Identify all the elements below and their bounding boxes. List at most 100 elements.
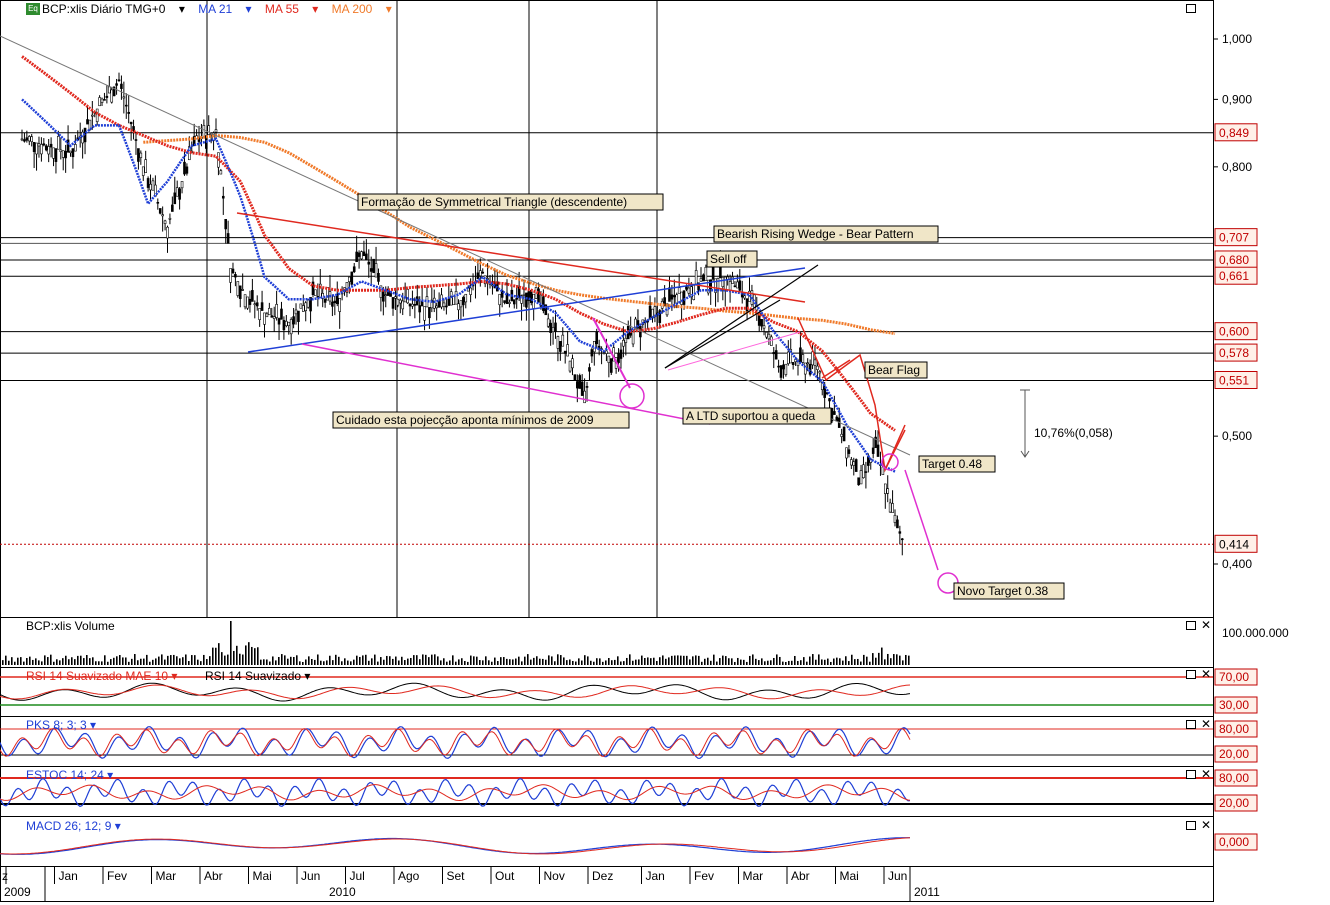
candle-body bbox=[573, 374, 577, 381]
candle-body bbox=[512, 299, 516, 305]
macd-title[interactable]: MACD 26; 12; 9 ▾ bbox=[26, 819, 121, 833]
chart-canvas[interactable]: 1,000 0,900 0,800 0,500 0,400 0,849 0,707 0,680… bbox=[0, 0, 1330, 902]
rsi-title-1[interactable]: RSI 14 Suavizado MAE 10 ▾ bbox=[26, 669, 177, 683]
x-month-label: Jan bbox=[59, 869, 78, 883]
candle-body bbox=[127, 111, 130, 114]
candle-body bbox=[605, 350, 608, 354]
volume-bar bbox=[560, 655, 562, 665]
pks-title[interactable]: PKS 8; 3; 3 ▾ bbox=[26, 718, 96, 732]
ma200-selector[interactable]: MA 200 ▾ bbox=[332, 2, 392, 16]
volume-bar bbox=[857, 658, 859, 665]
volume-bar bbox=[752, 654, 754, 665]
volume-bar bbox=[140, 658, 142, 665]
volume-bar bbox=[575, 661, 577, 665]
rsi-maximize-button[interactable] bbox=[1186, 670, 1196, 679]
candle-body bbox=[522, 293, 526, 296]
symbol-selector[interactable]: BCP:xlis Diário TMG+0 ▾ bbox=[42, 2, 185, 16]
candle-body bbox=[219, 170, 223, 175]
volume-bar bbox=[656, 661, 658, 665]
volume-bar bbox=[854, 659, 856, 665]
volume-bar bbox=[230, 621, 232, 665]
rsi-title-2[interactable]: RSI 14 Suavizado ▾ bbox=[205, 669, 310, 683]
macd-close-button[interactable]: ✕ bbox=[1201, 819, 1211, 831]
x-month-label: Jun bbox=[301, 869, 320, 883]
volume-bar bbox=[782, 661, 784, 665]
candle-body bbox=[428, 307, 431, 319]
candle-body bbox=[100, 98, 104, 103]
volume-bar bbox=[212, 647, 214, 665]
volume-bar bbox=[353, 659, 355, 665]
candle-body bbox=[129, 121, 133, 125]
estoc-close-button[interactable]: ✕ bbox=[1201, 768, 1211, 780]
volume-bar bbox=[404, 660, 406, 665]
x-year-label: 2011 bbox=[914, 885, 940, 899]
volume-bar bbox=[767, 660, 769, 665]
candle-body bbox=[546, 318, 550, 327]
volume-bar bbox=[884, 659, 886, 665]
candle-body bbox=[447, 298, 451, 306]
volume-bar bbox=[362, 655, 364, 665]
x-month-label: Out bbox=[495, 869, 515, 883]
x-month-label: Set bbox=[447, 869, 466, 883]
volume-bar bbox=[323, 661, 325, 665]
candle-body bbox=[576, 381, 579, 389]
volume-bar bbox=[341, 661, 343, 665]
macd-title-label: MACD 26; 12; 9 bbox=[26, 819, 112, 833]
volume-bar bbox=[725, 656, 727, 665]
volume-bar bbox=[251, 646, 253, 665]
volume-close-button[interactable]: ✕ bbox=[1201, 619, 1211, 631]
volume-bar bbox=[683, 655, 685, 665]
volume-bar bbox=[509, 659, 511, 665]
price-tag-label: 0,680 bbox=[1219, 253, 1249, 267]
estoc-maximize-button[interactable] bbox=[1186, 770, 1196, 779]
pks-close-button[interactable]: ✕ bbox=[1201, 718, 1211, 730]
ma21-label: MA 21 bbox=[198, 2, 233, 16]
volume-bar bbox=[236, 645, 238, 665]
volume-bar bbox=[536, 656, 538, 665]
volume-bar bbox=[203, 654, 205, 665]
candle-body bbox=[777, 365, 780, 368]
volume-bar bbox=[893, 654, 895, 665]
pks-maximize-button[interactable] bbox=[1186, 720, 1196, 729]
volume-bar bbox=[350, 661, 352, 665]
candle-body bbox=[27, 136, 31, 142]
candle-body bbox=[442, 302, 446, 307]
volume-bar bbox=[878, 652, 880, 665]
volume-bar bbox=[548, 655, 550, 665]
ma55-selector[interactable]: MA 55 ▾ bbox=[265, 2, 318, 16]
candle-body bbox=[743, 295, 746, 299]
volume-bar bbox=[263, 659, 265, 665]
volume-bar bbox=[647, 657, 649, 665]
candle-body bbox=[782, 364, 785, 370]
volume-maximize-button[interactable] bbox=[1186, 621, 1196, 630]
volume-bar bbox=[662, 655, 664, 665]
candle-body bbox=[595, 331, 599, 345]
pks-tick-label: 20,00 bbox=[1219, 747, 1249, 761]
rsi-close-button[interactable]: ✕ bbox=[1201, 668, 1211, 680]
volume-bar bbox=[584, 655, 586, 665]
candle-body bbox=[270, 315, 274, 318]
volume-bar bbox=[569, 659, 571, 665]
volume-bar bbox=[644, 658, 646, 665]
volume-bar bbox=[284, 655, 286, 665]
candle-body bbox=[624, 337, 628, 343]
volume-bar bbox=[107, 661, 109, 665]
ma21-selector[interactable]: MA 21 ▾ bbox=[198, 2, 251, 16]
volume-bar bbox=[254, 648, 256, 665]
candle-body bbox=[445, 305, 448, 308]
maximize-price-panel-button[interactable] bbox=[1186, 4, 1196, 13]
volume-bar bbox=[179, 658, 181, 665]
candle-body bbox=[556, 336, 560, 349]
estoc-title[interactable]: ESTOC 14; 24 ▾ bbox=[26, 768, 113, 782]
candle-body bbox=[828, 398, 831, 402]
candle-body bbox=[338, 297, 341, 312]
volume-bar bbox=[242, 654, 244, 665]
estoc-k-line bbox=[0, 777, 911, 808]
candle-body bbox=[891, 503, 894, 513]
volume-bar bbox=[422, 654, 424, 665]
x-year-label: 2010 bbox=[329, 885, 356, 899]
volume-bar bbox=[266, 659, 268, 665]
pks-k-line bbox=[0, 726, 911, 760]
candle-body bbox=[898, 531, 902, 534]
macd-maximize-button[interactable] bbox=[1186, 821, 1196, 830]
